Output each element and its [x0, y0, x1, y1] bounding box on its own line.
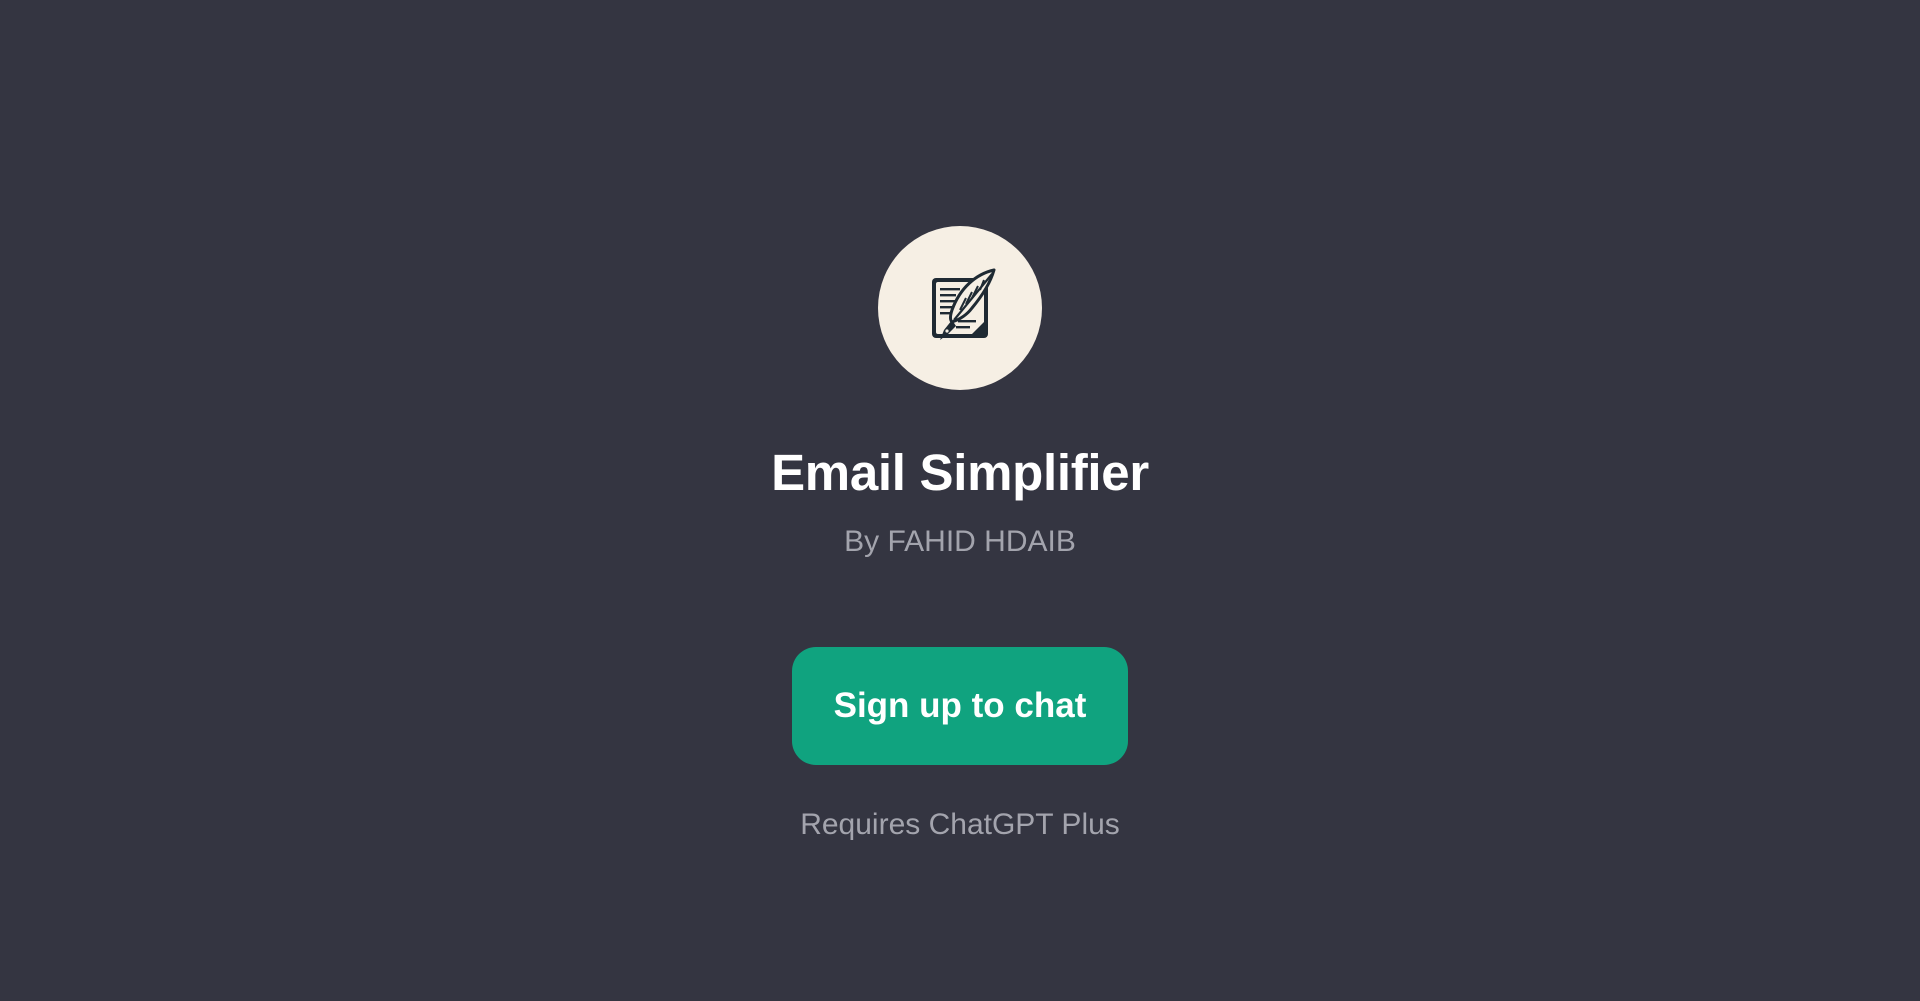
gpt-avatar — [878, 226, 1042, 390]
quill-document-icon — [932, 268, 996, 340]
gpt-author: By FAHID HDAIB — [844, 525, 1076, 558]
plan-requirement-note: Requires ChatGPT Plus — [800, 808, 1120, 841]
sign-up-to-chat-button[interactable]: Sign up to chat — [792, 647, 1128, 765]
gpt-title: Email Simplifier — [771, 444, 1149, 501]
gpt-landing-page: Email Simplifier By FAHID HDAIB Sign up … — [0, 0, 1920, 1001]
